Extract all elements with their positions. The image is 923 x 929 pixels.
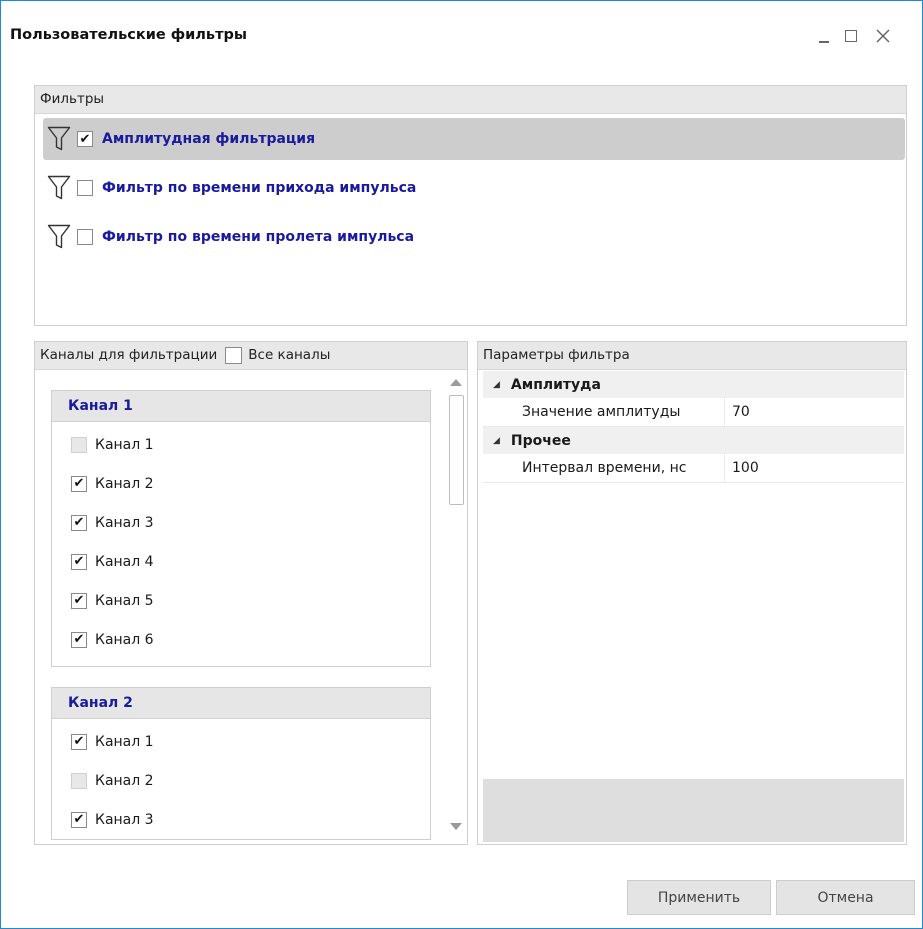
scroll-thumb[interactable]	[449, 395, 464, 505]
channel-item[interactable]: ✔ Канал 6	[52, 620, 430, 659]
channel-item: Канал 1	[52, 425, 430, 464]
property-row[interactable]: Интервал времени, нс 100	[483, 454, 904, 483]
all-channels-checkbox[interactable]	[225, 347, 243, 364]
scroll-up-arrow-icon[interactable]	[450, 379, 462, 386]
channel-label: Канал 3	[95, 514, 154, 531]
channel-group-title: Канал 2	[52, 688, 430, 719]
property-name: Значение амплитуды	[483, 398, 725, 426]
channel-item[interactable]: ✔ Канал 4	[52, 542, 430, 581]
property-category[interactable]: ◢ Прочее	[483, 427, 904, 454]
filter-item[interactable]: ✔ Амплитудная фильтрация	[43, 118, 905, 160]
maximize-icon	[845, 30, 857, 42]
params-header: Параметры фильтра	[478, 342, 906, 370]
channel-checkbox[interactable]: ✔	[71, 811, 87, 828]
channel-checkbox	[71, 436, 87, 453]
channel-label: Канал 6	[95, 631, 154, 648]
channel-item: Канал 2	[52, 761, 430, 800]
property-value[interactable]: 100	[725, 460, 759, 476]
filter-label: Амплитудная фильтрация	[102, 131, 316, 147]
collapse-triangle-icon[interactable]: ◢	[493, 436, 500, 446]
channel-item[interactable]: ✔ Канал 3	[52, 800, 430, 839]
maximize-button[interactable]	[836, 21, 866, 51]
channels-header-label: Каналы для фильтрации	[40, 347, 218, 363]
channel-group: Канал 2 ✔ Канал 1 Канал 2 ✔ Канал 3	[51, 687, 431, 840]
dialog-title: Пользовательские фильтры	[10, 27, 247, 43]
channels-scroll-area: Канал 1 Канал 1 ✔ Канал 2 ✔ Канал 3 ✔ Канал 4 ✔ К…	[35, 371, 447, 844]
channel-label: Канал 1	[95, 733, 154, 750]
property-category-name: Прочее	[510, 432, 571, 449]
channel-item[interactable]: ✔ Канал 1	[52, 722, 430, 761]
channel-label: Канал 3	[95, 811, 154, 828]
property-name: Интервал времени, нс	[483, 454, 725, 482]
close-icon	[876, 29, 890, 43]
collapse-triangle-icon[interactable]: ◢	[493, 380, 500, 390]
apply-button[interactable]: Применить	[627, 880, 771, 915]
channel-checkbox[interactable]: ✔	[71, 631, 87, 648]
property-category-name: Амплитуда	[510, 376, 601, 393]
filters-header: Фильтры	[35, 86, 906, 114]
channel-group: Канал 1 Канал 1 ✔ Канал 2 ✔ Канал 3 ✔ Канал 4 ✔ К…	[51, 390, 431, 667]
property-grid: ◢ Амплитуда Значение амплитуды 70 ◢ Прочее Инт…	[483, 371, 904, 483]
minimize-button[interactable]	[809, 21, 839, 51]
scroll-down-arrow-icon[interactable]	[450, 823, 462, 830]
channel-checkbox[interactable]: ✔	[71, 475, 87, 492]
channel-group-list: Канал 1 ✔ Канал 2 ✔ Канал 3 ✔ Канал 4 ✔ Канал 5 ✔…	[52, 422, 430, 659]
funnel-icon	[47, 224, 71, 249]
channels-scrollbar[interactable]	[445, 371, 467, 844]
channels-panel: Каналы для фильтрации Все каналы Канал 1…	[34, 341, 468, 845]
filter-item[interactable]: Фильтр по времени пролета импульса	[43, 216, 905, 258]
channel-label: Канал 4	[95, 553, 154, 570]
filter-label: Фильтр по времени пролета импульса	[102, 229, 415, 245]
funnel-icon	[47, 126, 71, 151]
funnel-icon	[47, 175, 71, 200]
channel-label: Канал 2	[95, 475, 154, 492]
channel-checkbox[interactable]: ✔	[71, 553, 87, 570]
property-description-area	[483, 779, 904, 842]
title-bar: Пользовательские фильтры	[1, 1, 922, 69]
minimize-icon	[819, 41, 829, 43]
channel-checkbox[interactable]: ✔	[71, 514, 87, 531]
channel-item[interactable]: ✔ Канал 2	[52, 464, 430, 503]
close-button[interactable]	[868, 21, 898, 51]
channel-item[interactable]: ✔ Канал 3	[52, 503, 430, 542]
filter-item[interactable]: Фильтр по времени прихода импульса	[43, 167, 905, 209]
filter-checkbox[interactable]	[77, 229, 93, 245]
channel-checkbox[interactable]: ✔	[71, 592, 87, 609]
filter-checkbox[interactable]	[77, 180, 93, 196]
dialog-window: Пользовательские фильтры Фильтры ✔ Амплит…	[0, 0, 923, 929]
channel-item[interactable]: ✔ Канал 5	[52, 581, 430, 620]
filter-checkbox[interactable]: ✔	[77, 131, 93, 147]
property-value[interactable]: 70	[725, 404, 750, 420]
channel-label: Канал 1	[95, 436, 154, 453]
params-panel: Параметры фильтра ◢ Амплитуда Значение амп…	[477, 341, 907, 845]
property-row[interactable]: Значение амплитуды 70	[483, 398, 904, 427]
filters-panel: Фильтры ✔ Амплитудная фильтрация Фильтр по…	[34, 85, 907, 326]
channel-checkbox[interactable]: ✔	[71, 733, 87, 750]
all-channels-label: Все каналы	[248, 347, 331, 363]
channel-group-title: Канал 1	[52, 391, 430, 422]
channel-checkbox	[71, 772, 87, 789]
channel-label: Канал 5	[95, 592, 154, 609]
channel-group-list: ✔ Канал 1 Канал 2 ✔ Канал 3	[52, 719, 430, 839]
filter-label: Фильтр по времени прихода импульса	[102, 180, 417, 196]
channel-label: Канал 2	[95, 772, 154, 789]
cancel-button[interactable]: Отмена	[776, 880, 915, 915]
property-category[interactable]: ◢ Амплитуда	[483, 371, 904, 398]
channels-header: Каналы для фильтрации Все каналы	[35, 342, 467, 370]
